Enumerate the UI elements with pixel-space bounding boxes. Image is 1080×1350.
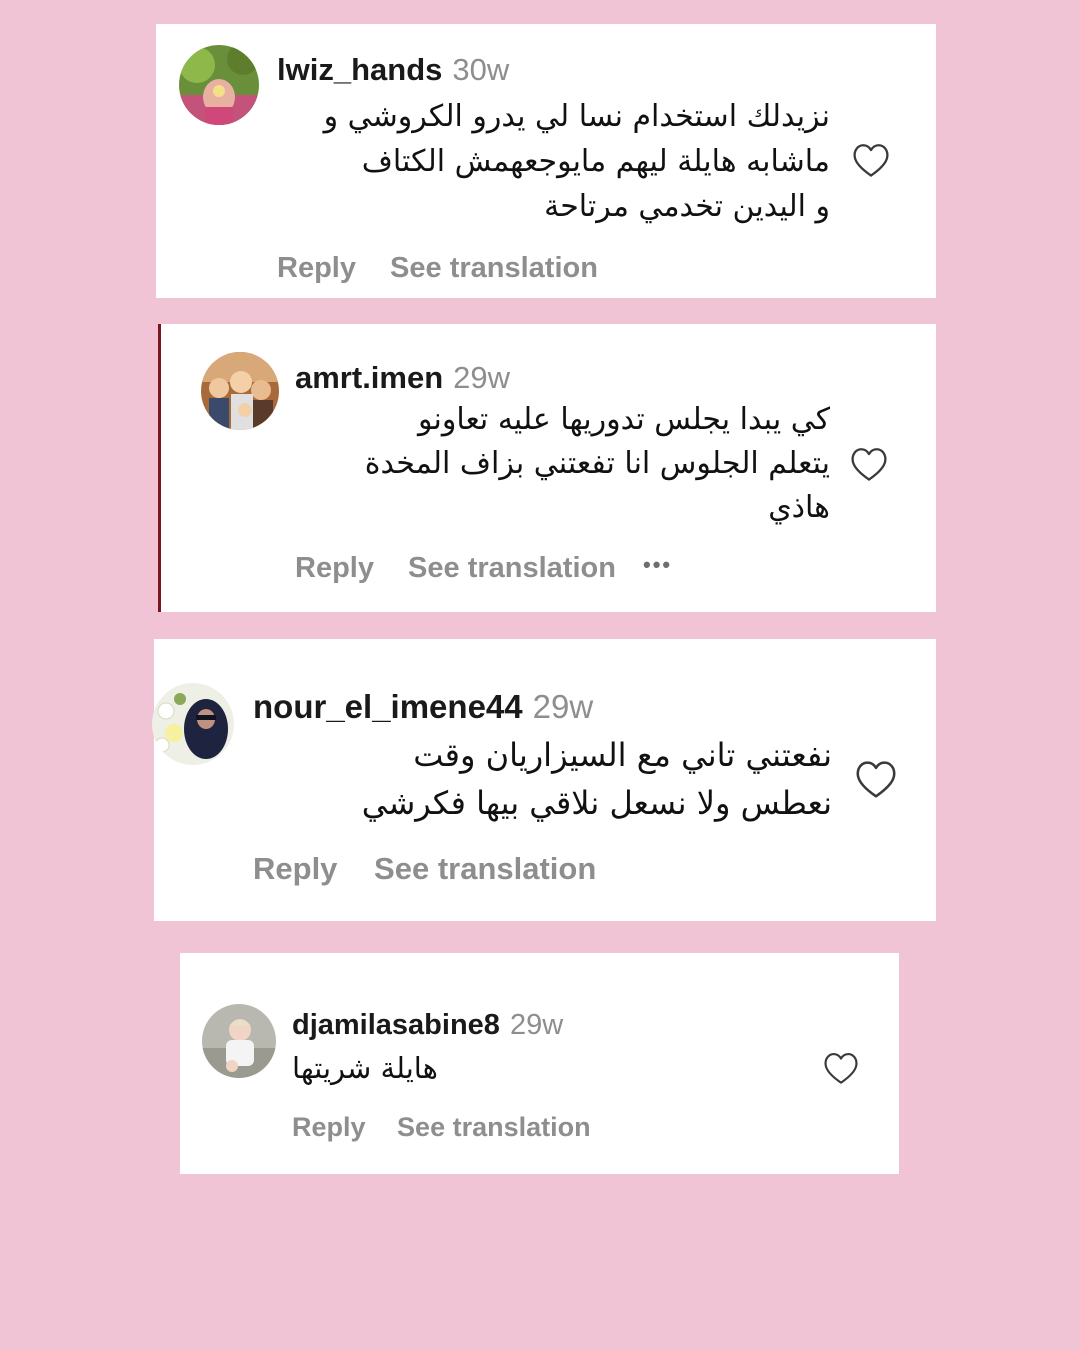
comment-header: djamilasabine8 29w [292,1011,563,1040]
username[interactable]: amrt.imen [295,360,443,395]
comment-line: هايلة شريتها [292,1051,438,1085]
reply-button[interactable]: Reply [253,851,337,886]
timestamp: 29w [509,1009,564,1041]
comment-line: كي يبدا يجلس تدوريها عليه تعاونو [417,402,830,437]
comment-header: nour_el_imene44 29w [253,690,593,723]
comment-text: نفعتني تاني مع السيزاريان وقت نعطس ولا ن… [362,731,832,827]
like-button[interactable] [849,446,889,482]
more-dots-icon[interactable]: ••• [643,552,672,578]
avatar[interactable] [152,683,234,765]
comment-header: amrt.imen 29w [295,362,510,393]
like-button[interactable] [851,142,891,178]
avatar[interactable] [202,1004,276,1078]
comment-text: نزيدلك استخدام نسا لي يدرو الكروشي و ماش… [324,94,830,229]
avatar[interactable] [179,45,259,125]
comment-card: lwiz_hands 30w نزيدلك استخدام نسا لي يدرو… [156,24,936,298]
comment-line: هاذي [768,490,830,525]
username[interactable]: djamilasabine8 [292,1009,500,1041]
username[interactable]: lwiz_hands [277,52,442,87]
heart-outline-icon [824,1053,858,1084]
comment-header: lwiz_hands 30w [277,54,509,85]
see-translation-link[interactable]: See translation [374,851,596,886]
comment-card: djamilasabine8 29w هايلة شريتها Reply See… [180,953,899,1174]
reply-button[interactable]: Reply [277,252,356,284]
comment-line: نزيدلك استخدام نسا لي يدرو الكروشي و [323,99,830,134]
comment-card: amrt.imen 29w كي يبدا يجلس تدوريها عليه ت… [158,324,936,612]
comment-line: يتعلم الجلوس انا تفعتني بزاف المخدة [364,446,830,481]
see-translation-link[interactable]: See translation [390,252,598,284]
heart-outline-icon [853,144,889,177]
comment-actions: Reply See translation [253,853,596,884]
comment-actions: Reply See translation [292,1114,591,1141]
comment-actions: Reply See translation [277,254,598,283]
heart-outline-icon [851,448,887,481]
comment-card: nour_el_imene44 29w نفعتني تاني مع السيزا… [152,639,936,921]
comment-line: نفعتني تاني مع السيزاريان وقت [413,736,832,774]
timestamp: 30w [452,52,510,87]
comment-text: كي يبدا يجلس تدوريها عليه تعاونو يتعلم ا… [365,398,830,530]
timestamp: 29w [453,360,511,395]
avatar[interactable] [201,352,279,430]
comment-actions: Reply See translation [295,554,616,583]
heart-outline-icon [856,761,896,798]
like-button[interactable] [822,1051,860,1085]
username[interactable]: nour_el_imene44 [253,688,523,725]
reply-button[interactable]: Reply [292,1112,366,1142]
see-translation-link[interactable]: See translation [408,552,616,584]
timestamp: 29w [532,688,594,725]
comment-line: و اليدين تخدمي مرتاحة [544,189,830,224]
comment-line: نعطس ولا نسعل نلاقي بيها فكرشي [361,784,832,822]
reply-button[interactable]: Reply [295,552,374,584]
like-button[interactable] [854,759,898,799]
comment-text: هايلة شريتها [292,1047,438,1089]
see-translation-link[interactable]: See translation [397,1112,591,1142]
comment-line: ماشابه هايلة ليهم مايوجعهمش الكتاف [361,144,830,179]
